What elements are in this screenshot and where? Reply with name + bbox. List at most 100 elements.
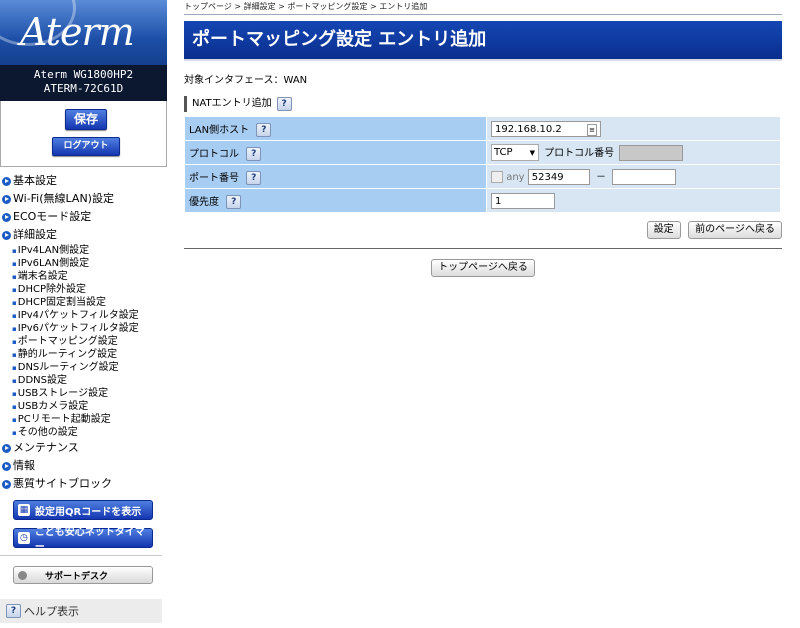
nav-info[interactable]: 情報	[0, 457, 167, 475]
submenu-item[interactable]: ▪IPv6LAN側設定	[0, 257, 167, 270]
nav-arrow-icon	[2, 461, 11, 471]
clock-icon: ◷	[18, 532, 30, 544]
net-timer-button[interactable]: ◷ こども安心ネットタイマー	[13, 527, 153, 553]
priority-input[interactable]: 1	[491, 192, 555, 209]
lan-host-label: LAN側ホスト	[189, 124, 250, 136]
nav-arrow-icon	[2, 194, 11, 204]
device-id: ATERM-72C61D	[43, 82, 124, 95]
submenu-label: 端末名設定	[17, 271, 68, 282]
section-heading: NATエントリ追加 ?	[184, 96, 782, 112]
chevron-down-icon: ▼	[529, 148, 535, 157]
help-icon[interactable]: ?	[246, 146, 262, 161]
submenu-item[interactable]: ▪PCリモート起動設定	[0, 413, 167, 426]
nav-arrow-icon	[2, 479, 11, 489]
bullet-icon: ▪	[12, 312, 17, 320]
save-button[interactable]: 保存	[65, 109, 107, 130]
breadcrumb: トップページ > 詳細設定 > ポートマッピング設定 > エントリ追加	[184, 0, 782, 15]
qr-icon: ▦	[18, 504, 30, 516]
submenu-item[interactable]: ▪DDNS設定	[0, 374, 167, 387]
model-name: Aterm WG1800HP2	[33, 68, 134, 81]
bullet-icon: ▪	[12, 338, 17, 346]
submenu-item[interactable]: ▪USBストレージ設定	[0, 387, 167, 400]
submenu-label: ポートマッピング設定	[17, 336, 118, 347]
protocol-number-input	[619, 144, 684, 161]
set-button[interactable]: 設定	[646, 221, 681, 239]
help-icon: ?	[6, 604, 21, 618]
support-label: サポートデスク	[45, 571, 109, 582]
bullet-icon: ▪	[12, 390, 17, 398]
host-picker-icon[interactable]: ≡	[587, 123, 597, 136]
help-toggle[interactable]: ? ヘルプ表示	[0, 599, 162, 623]
submenu-item[interactable]: ▪USBカメラ設定	[0, 400, 167, 413]
nav-label: 情報	[13, 459, 35, 472]
divider	[184, 248, 782, 249]
help-icon[interactable]: ?	[226, 194, 242, 209]
nat-entry-form: LAN側ホスト ? 192.168.10.2 ≡ プロトコル ? TCP ▼ プロト…	[184, 116, 781, 213]
sidebar-nav: 基本設定 Wi-Fi(無線LAN)設定 ECOモード設定 詳細設定 ▪IPv4L…	[0, 172, 167, 493]
help-icon[interactable]: ?	[276, 97, 292, 111]
submenu-item[interactable]: ▪その他の設定	[0, 426, 167, 439]
form-row-protocol: プロトコル ? TCP ▼ プロトコル番号	[185, 141, 780, 164]
page-title: ポートマッピング設定 エントリ追加	[184, 21, 782, 61]
nav-site-block[interactable]: 悪質サイトブロック	[0, 475, 167, 493]
nav-label: 詳細設定	[13, 228, 57, 241]
submenu-label: USBカメラ設定	[17, 401, 89, 412]
form-row-lan-host: LAN側ホスト ? 192.168.10.2 ≡	[185, 117, 780, 140]
nav-label: 悪質サイトブロック	[13, 477, 112, 490]
nav-label: Wi-Fi(無線LAN)設定	[13, 192, 114, 205]
protocol-label-cell: プロトコル ?	[185, 141, 486, 164]
advanced-submenu: ▪IPv4LAN側設定 ▪IPv6LAN側設定 ▪端末名設定 ▪DHCP除外設定 ▪DH…	[0, 244, 167, 439]
priority-value: 1	[495, 195, 502, 207]
submenu-label: DNSルーティング設定	[17, 362, 119, 373]
submenu-item[interactable]: ▪IPv6パケットフィルタ設定	[0, 322, 167, 335]
section-title: NATエントリ追加	[192, 98, 272, 109]
bullet-icon: ▪	[12, 403, 17, 411]
session-buttons: 保存 ログアウト	[0, 101, 167, 167]
back-button[interactable]: 前のページへ戻る	[688, 221, 782, 239]
protocol-label: プロトコル	[189, 148, 239, 160]
protocol-select[interactable]: TCP ▼	[491, 144, 539, 162]
qr-code-button[interactable]: ▦ 設定用QRコードを表示	[13, 500, 153, 520]
submenu-item[interactable]: ▪静的ルーティング設定	[0, 348, 167, 361]
lan-host-input[interactable]: 192.168.10.2 ≡	[491, 120, 601, 137]
submenu-label: IPv4LAN側設定	[17, 245, 90, 256]
port-start-input[interactable]: 52349	[527, 169, 590, 185]
submenu-item[interactable]: ▪ポートマッピング設定	[0, 335, 167, 348]
submenu-item[interactable]: ▪DHCP除外設定	[0, 283, 167, 296]
nav-maintenance[interactable]: メンテナンス	[0, 439, 167, 457]
port-value-cell: any 52349 －	[487, 165, 780, 188]
lan-host-value: 192.168.10.2	[495, 123, 562, 135]
aterm-logo: Aterm	[0, 0, 167, 65]
port-end-input[interactable]	[612, 169, 677, 185]
help-icon[interactable]: ?	[256, 122, 272, 137]
logout-button[interactable]: ログアウト	[52, 137, 120, 156]
timer-button-label: こども安心ネットタイマー	[34, 527, 145, 553]
nav-arrow-icon	[2, 230, 11, 240]
nav-basic[interactable]: 基本設定	[0, 172, 167, 190]
any-checkbox[interactable]	[491, 171, 503, 183]
nav-label: メンテナンス	[13, 441, 79, 454]
support-desk-button[interactable]: サポートデスク	[13, 566, 153, 584]
submenu-item[interactable]: ▪DNSルーティング設定	[0, 361, 167, 374]
submenu-item[interactable]: ▪IPv4パケットフィルタ設定	[0, 309, 167, 322]
top-page-button[interactable]: トップページへ戻る	[431, 259, 535, 277]
submenu-item[interactable]: ▪端末名設定	[0, 270, 167, 283]
submenu-label: PCリモート起動設定	[17, 414, 111, 425]
priority-label-cell: 優先度 ?	[185, 189, 486, 212]
nav-eco[interactable]: ECOモード設定	[0, 208, 167, 226]
submenu-label: 静的ルーティング設定	[17, 349, 118, 360]
submenu-item[interactable]: ▪IPv4LAN側設定	[0, 244, 167, 257]
help-icon[interactable]: ?	[246, 170, 262, 185]
bullet-icon: ▪	[12, 325, 17, 333]
submenu-item[interactable]: ▪DHCP固定割当設定	[0, 296, 167, 309]
help-label: ヘルプ表示	[24, 605, 79, 618]
form-actions: 設定 前のページへ戻る	[184, 221, 782, 241]
nav-wifi[interactable]: Wi-Fi(無線LAN)設定	[0, 190, 167, 208]
nav-advanced[interactable]: 詳細設定	[0, 226, 167, 244]
port-label: ポート番号	[189, 172, 239, 184]
bullet-icon: ▪	[12, 260, 17, 268]
bullet-icon: ▪	[12, 247, 17, 255]
nav-arrow-icon	[2, 443, 11, 453]
nav-arrow-icon	[2, 212, 11, 222]
submenu-label: IPv6パケットフィルタ設定	[17, 323, 139, 334]
